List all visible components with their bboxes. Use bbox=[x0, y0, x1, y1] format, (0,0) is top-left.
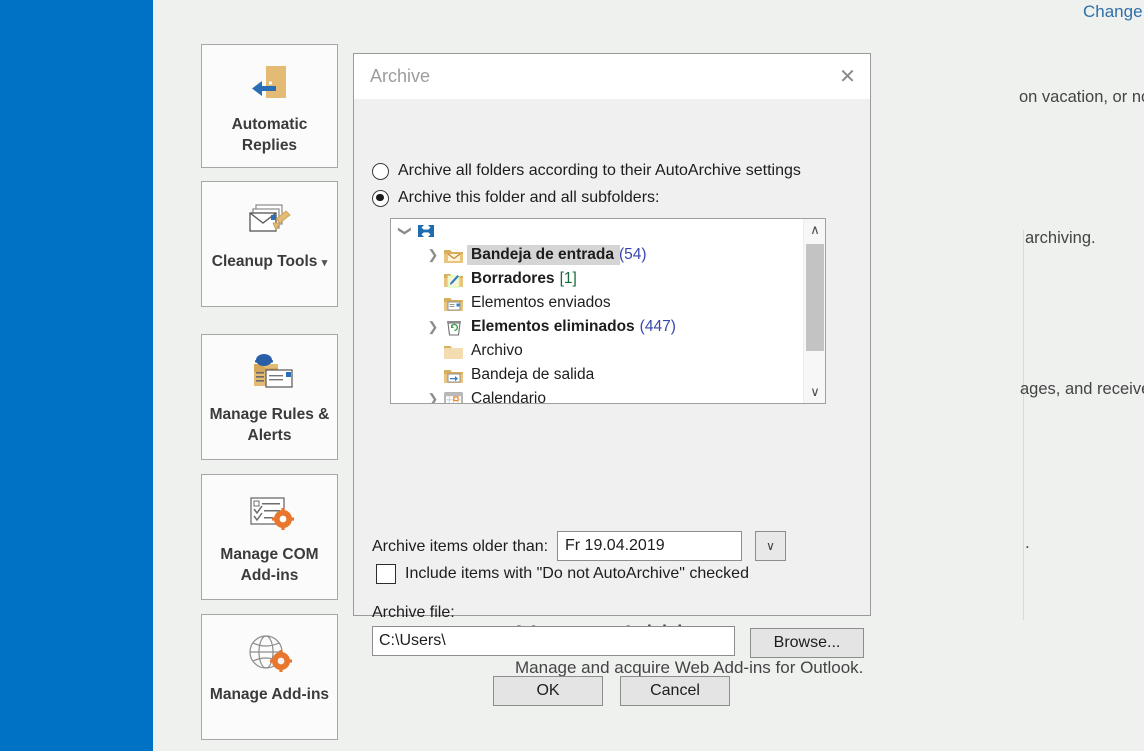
tree-item-count: [1] bbox=[560, 270, 577, 288]
tree-item[interactable]: ❯ Calendario bbox=[391, 387, 803, 404]
tree-item[interactable]: Borradores [1] bbox=[391, 267, 803, 291]
inbox-folder-icon bbox=[443, 246, 465, 264]
exchange-account-icon bbox=[415, 222, 437, 240]
cancel-button[interactable]: Cancel bbox=[620, 676, 730, 706]
manage-rules-alerts-label: Manage Rules & Alerts bbox=[202, 405, 337, 447]
manage-com-addins-label: Manage COM Add-ins bbox=[202, 545, 337, 587]
tree-item-label: Bandeja de entrada bbox=[471, 246, 614, 264]
scrollbar-thumb[interactable] bbox=[806, 244, 824, 351]
tree-item-label: Calendario bbox=[471, 390, 546, 404]
tree-item-label: Elementos enviados bbox=[471, 294, 611, 312]
tree-item[interactable]: Bandeja de salida bbox=[391, 363, 803, 387]
manage-rules-alerts-button[interactable]: Manage Rules & Alerts bbox=[201, 334, 338, 460]
sent-folder-icon bbox=[443, 294, 465, 312]
folder-tree[interactable]: ❯ ❯ Bandeja de entrada (54) Borradores [1] Ele… bbox=[390, 218, 826, 404]
include-checkbox-label: Include items with "Do not AutoArchive" … bbox=[405, 565, 749, 583]
checklist-gear-icon bbox=[242, 489, 298, 541]
close-icon[interactable]: ✕ bbox=[825, 54, 870, 99]
automatic-replies-button[interactable]: Automatic Replies bbox=[201, 44, 338, 168]
automatic-replies-label: Automatic Replies bbox=[202, 115, 337, 157]
tree-item-count: (54) bbox=[619, 246, 647, 264]
tree-item-label: Borradores bbox=[471, 270, 555, 288]
chevron-down-icon: ▾ bbox=[322, 257, 328, 269]
dialog-body: Archive all folders according to their A… bbox=[354, 100, 870, 616]
archive-file-label: Archive file: bbox=[372, 604, 455, 622]
browse-button[interactable]: Browse... bbox=[750, 628, 864, 658]
tree-item-label: Elementos eliminados bbox=[471, 318, 635, 336]
tree-item[interactable]: Archivo bbox=[391, 339, 803, 363]
include-do-not-autoarchive-checkbox[interactable]: Include items with "Do not AutoArchive" … bbox=[376, 564, 749, 584]
checkbox-mark bbox=[376, 564, 396, 584]
tree-scrollbar[interactable]: ∧ ∨ bbox=[803, 219, 825, 403]
globe-gear-icon bbox=[242, 629, 298, 681]
scroll-up-icon[interactable]: ∧ bbox=[804, 219, 826, 241]
cleanup-tools-label: Cleanup Tools ▾ bbox=[206, 252, 333, 273]
tree-item-label: Archivo bbox=[471, 342, 523, 360]
ok-button[interactable]: OK bbox=[493, 676, 603, 706]
tree-item-label: Bandeja de salida bbox=[471, 366, 594, 384]
manage-com-addins-button[interactable]: Manage COM Add-ins bbox=[201, 474, 338, 600]
tree-rows-container: ❯ ❯ Bandeja de entrada (54) Borradores [1] Ele… bbox=[391, 219, 803, 403]
radio-all-mark bbox=[372, 163, 389, 180]
archive-older-than-label: Archive items older than: bbox=[372, 538, 548, 556]
radio-all-label: Archive all folders according to their A… bbox=[398, 162, 801, 180]
backstage-left-rail bbox=[0, 0, 153, 751]
dialog-titlebar: Archive ✕ bbox=[354, 54, 870, 100]
mail-broom-icon bbox=[242, 196, 298, 248]
tree-item[interactable]: Elementos enviados bbox=[391, 291, 803, 315]
page-description: Manage and acquire Web Add-ins for Outlo… bbox=[515, 658, 863, 678]
radio-this-mark bbox=[372, 190, 389, 207]
dialog-title: Archive bbox=[370, 66, 430, 87]
archive-dialog: Archive ✕ Archive all folders according … bbox=[353, 53, 871, 616]
content-divider bbox=[1023, 230, 1024, 620]
radio-archive-all-folders[interactable]: Archive all folders according to their A… bbox=[372, 162, 801, 180]
folder-icon bbox=[443, 342, 465, 360]
chevron-right-icon[interactable]: ❯ bbox=[423, 247, 443, 263]
trash-folder-icon bbox=[443, 318, 465, 336]
radio-this-label: Archive this folder and all subfolders: bbox=[398, 189, 659, 207]
chevron-right-icon[interactable]: ❯ bbox=[423, 319, 443, 335]
radio-archive-this-folder[interactable]: Archive this folder and all subfolders: bbox=[372, 189, 659, 207]
tree-item[interactable]: ❯ Elementos eliminados (447) bbox=[391, 315, 803, 339]
background-text-vacation: on vacation, or not bbox=[1019, 88, 1144, 107]
tree-item[interactable]: ❯ bbox=[391, 219, 803, 243]
chevron-down-icon[interactable]: ∨ bbox=[755, 531, 786, 561]
manage-addins-button-label: Manage Add-ins bbox=[204, 685, 335, 706]
door-back-arrow-icon bbox=[242, 59, 298, 111]
background-text-archiving: archiving. bbox=[1025, 229, 1096, 248]
tree-item[interactable]: ❯ Bandeja de entrada (54) bbox=[391, 243, 803, 267]
archive-file-input[interactable]: C:\Users\ bbox=[372, 626, 735, 656]
background-text-dot: . bbox=[1025, 533, 1030, 553]
change-link[interactable]: Change bbox=[1083, 2, 1143, 22]
outbox-folder-icon bbox=[443, 366, 465, 384]
calendar-icon bbox=[443, 390, 465, 404]
tree-item-count: (447) bbox=[640, 318, 676, 336]
rules-alerts-icon bbox=[240, 349, 300, 401]
drafts-folder-icon bbox=[443, 270, 465, 288]
cleanup-tools-button[interactable]: Cleanup Tools ▾ bbox=[201, 181, 338, 307]
archive-date-input[interactable]: Fr 19.04.2019 bbox=[557, 531, 742, 561]
chevron-right-icon[interactable]: ❯ bbox=[423, 391, 443, 404]
manage-addins-button[interactable]: Manage Add-ins bbox=[201, 614, 338, 740]
scroll-down-icon[interactable]: ∨ bbox=[804, 381, 826, 403]
chevron-down-icon[interactable]: ❯ bbox=[397, 221, 413, 241]
background-text-messages: ages, and receive bbox=[1020, 380, 1144, 399]
